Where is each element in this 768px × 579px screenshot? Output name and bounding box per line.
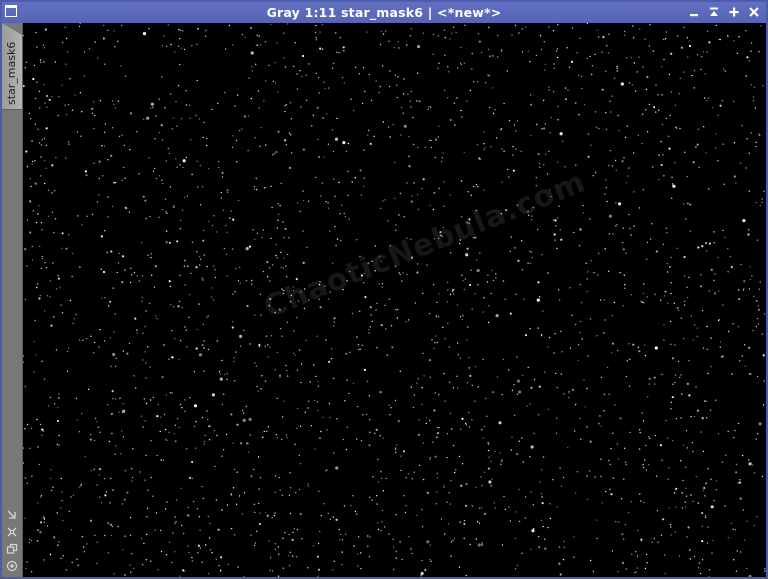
close-icon[interactable]	[746, 3, 762, 21]
image-window: Gray 1:11 star_mask6 | <*new*> star_mask…	[0, 0, 768, 579]
maximize-icon[interactable]	[726, 3, 742, 21]
title-bar[interactable]: Gray 1:11 star_mask6 | <*new*>	[2, 2, 766, 23]
target-icon[interactable]	[5, 559, 19, 573]
view-sidebar: star_mask6	[2, 23, 23, 577]
shade-icon[interactable]	[706, 3, 722, 21]
star-mask-image	[23, 23, 766, 577]
pin-icon[interactable]	[5, 508, 19, 522]
clone-view-icon[interactable]	[5, 542, 19, 556]
side-toolbar	[2, 508, 22, 573]
image-canvas[interactable]: ChaoticNebula.com	[23, 23, 766, 577]
view-tab-star-mask6[interactable]: star_mask6	[2, 23, 22, 110]
window-title: Gray 1:11 star_mask6 | <*new*>	[266, 5, 502, 20]
minimize-icon[interactable]	[686, 3, 702, 21]
view-tab-label: star_mask6	[5, 41, 18, 105]
fit-view-icon[interactable]	[5, 525, 19, 539]
window-controls	[686, 3, 762, 21]
